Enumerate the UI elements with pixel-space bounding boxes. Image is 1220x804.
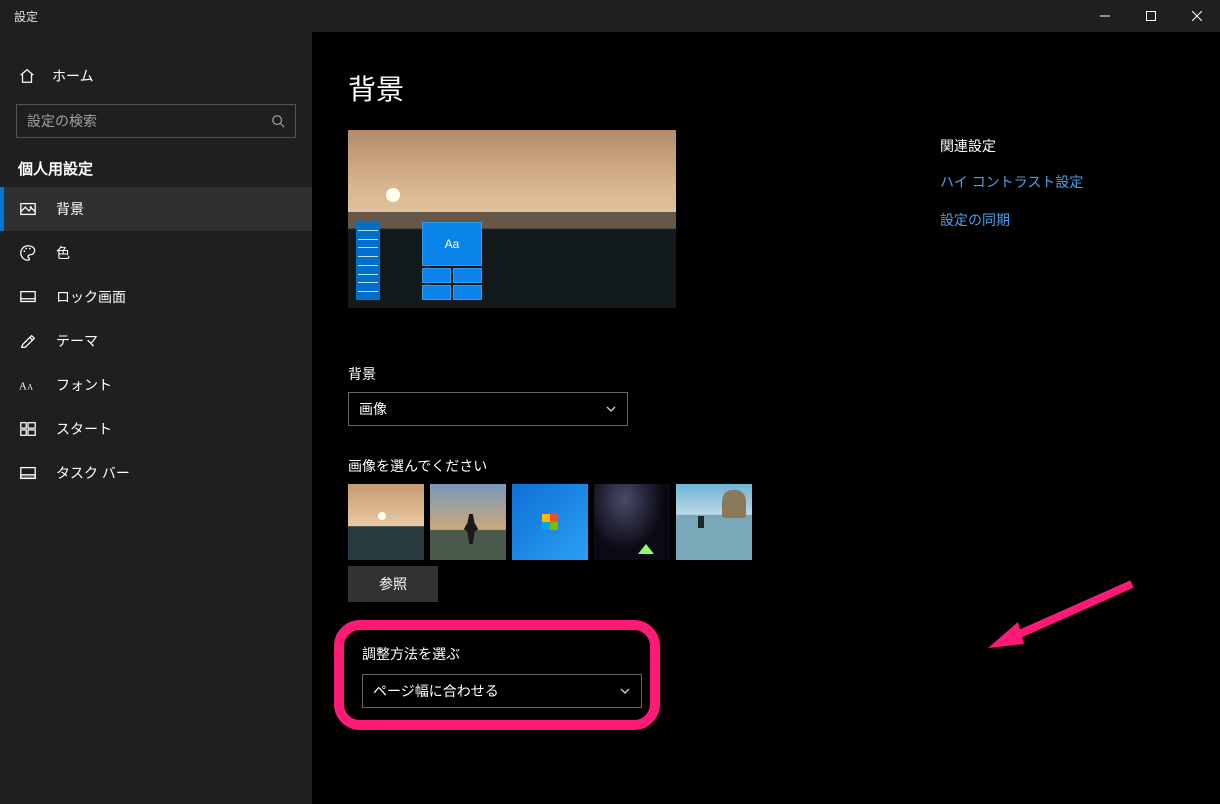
thumbnail[interactable] (512, 484, 588, 560)
related-settings: 関連設定 ハイ コントラスト設定 設定の同期 (940, 136, 1160, 248)
sidebar-category: 個人用設定 (0, 138, 312, 187)
preview-sample-text: Aa (422, 222, 482, 266)
picture-icon (18, 199, 38, 219)
fit-label: 調整方法を選ぶ (362, 644, 632, 664)
start-icon (18, 419, 38, 439)
sidebar-item-label: スタート (56, 419, 112, 439)
svg-text:A: A (19, 381, 27, 393)
home-link[interactable]: ホーム (0, 56, 312, 96)
palette-icon (18, 243, 38, 263)
search-input[interactable] (17, 113, 261, 129)
close-button[interactable] (1174, 0, 1220, 32)
desktop-preview: Aa (348, 130, 676, 308)
taskbar-icon (18, 463, 38, 483)
sidebar-item-label: 背景 (56, 199, 84, 219)
sidebar-item-fonts[interactable]: A A フォント (0, 363, 312, 407)
background-dropdown-value: 画像 (359, 399, 387, 419)
fit-dropdown-value: ページ幅に合わせる (373, 681, 499, 701)
maximize-button[interactable] (1128, 0, 1174, 32)
sidebar-item-themes[interactable]: テーマ (0, 319, 312, 363)
sidebar-item-lockscreen[interactable]: ロック画面 (0, 275, 312, 319)
related-title: 関連設定 (940, 136, 1160, 156)
choose-image-label: 画像を選んでください (348, 456, 968, 476)
page-title: 背景 (348, 68, 968, 108)
svg-text:A: A (27, 383, 33, 392)
fit-dropdown[interactable]: ページ幅に合わせる (362, 674, 642, 708)
lockscreen-icon (18, 287, 38, 307)
home-icon (18, 67, 36, 85)
sidebar-item-taskbar[interactable]: タスク バー (0, 451, 312, 495)
sidebar-item-label: 色 (56, 243, 70, 263)
minimize-button[interactable] (1082, 0, 1128, 32)
chevron-down-icon (619, 685, 631, 697)
annotation-highlight: 調整方法を選ぶ ページ幅に合わせる (334, 620, 660, 730)
sidebar-item-label: ロック画面 (56, 287, 126, 307)
related-link-high-contrast[interactable]: ハイ コントラスト設定 (940, 172, 1160, 192)
chevron-down-icon (605, 403, 617, 415)
font-icon: A A (18, 375, 38, 395)
sidebar-item-label: タスク バー (56, 463, 130, 483)
browse-button-label: 参照 (379, 574, 407, 594)
related-link-sync[interactable]: 設定の同期 (940, 210, 1160, 230)
background-label: 背景 (348, 364, 968, 384)
thumbnail[interactable] (430, 484, 506, 560)
sidebar-item-colors[interactable]: 色 (0, 231, 312, 275)
main-content: 背景 Aa 背景 画像 画像を選んでください (312, 32, 1220, 804)
thumbnail[interactable] (348, 484, 424, 560)
titlebar: 設定 (0, 0, 1220, 32)
window-title: 設定 (14, 8, 38, 25)
sidebar: ホーム 個人用設定 背景 (0, 32, 312, 804)
sidebar-item-background[interactable]: 背景 (0, 187, 312, 231)
thumbnail[interactable] (594, 484, 670, 560)
browse-button[interactable]: 参照 (348, 566, 438, 602)
sidebar-item-label: テーマ (56, 331, 98, 351)
sidebar-item-label: フォント (56, 375, 112, 395)
theme-icon (18, 331, 38, 351)
annotation-arrow (982, 578, 1142, 658)
background-dropdown[interactable]: 画像 (348, 392, 628, 426)
thumbnail[interactable] (676, 484, 752, 560)
search-box[interactable] (16, 104, 296, 138)
image-thumbnails (348, 484, 968, 560)
home-label: ホーム (52, 66, 94, 86)
search-icon (261, 114, 295, 128)
sidebar-item-start[interactable]: スタート (0, 407, 312, 451)
